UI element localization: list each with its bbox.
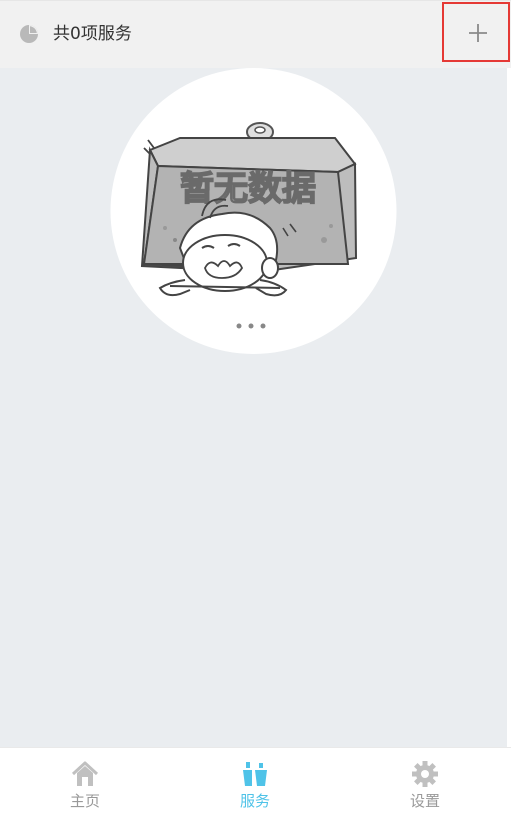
header-bar: 共0项服务 [0,0,511,68]
gear-icon [412,761,438,787]
service-count-title: 共0项服务 [53,24,132,44]
bottom-tab-bar: 主页 服务 设置 [0,747,511,815]
pie-chart-icon [19,24,39,44]
tab-home[interactable]: 主页 [0,748,170,815]
tab-service[interactable]: 服务 [170,748,340,815]
tab-label-settings: 设置 [409,792,440,810]
add-service-button[interactable] [442,2,510,62]
tab-settings[interactable]: 设置 [340,748,510,815]
service-list-area: 暂无数据 [0,68,507,747]
service-icon [243,762,267,786]
right-edge [507,68,511,747]
app-root: 共0项服务 暂无数据 主页 服务 设置 [0,0,511,815]
plus-icon [469,24,487,42]
empty-state-illustration: 暂无数据 [110,68,397,354]
tab-label-home: 主页 [69,792,100,810]
home-icon [71,761,99,786]
tab-label-service: 服务 [239,792,270,810]
empty-state-text: 暂无数据 [180,169,316,209]
